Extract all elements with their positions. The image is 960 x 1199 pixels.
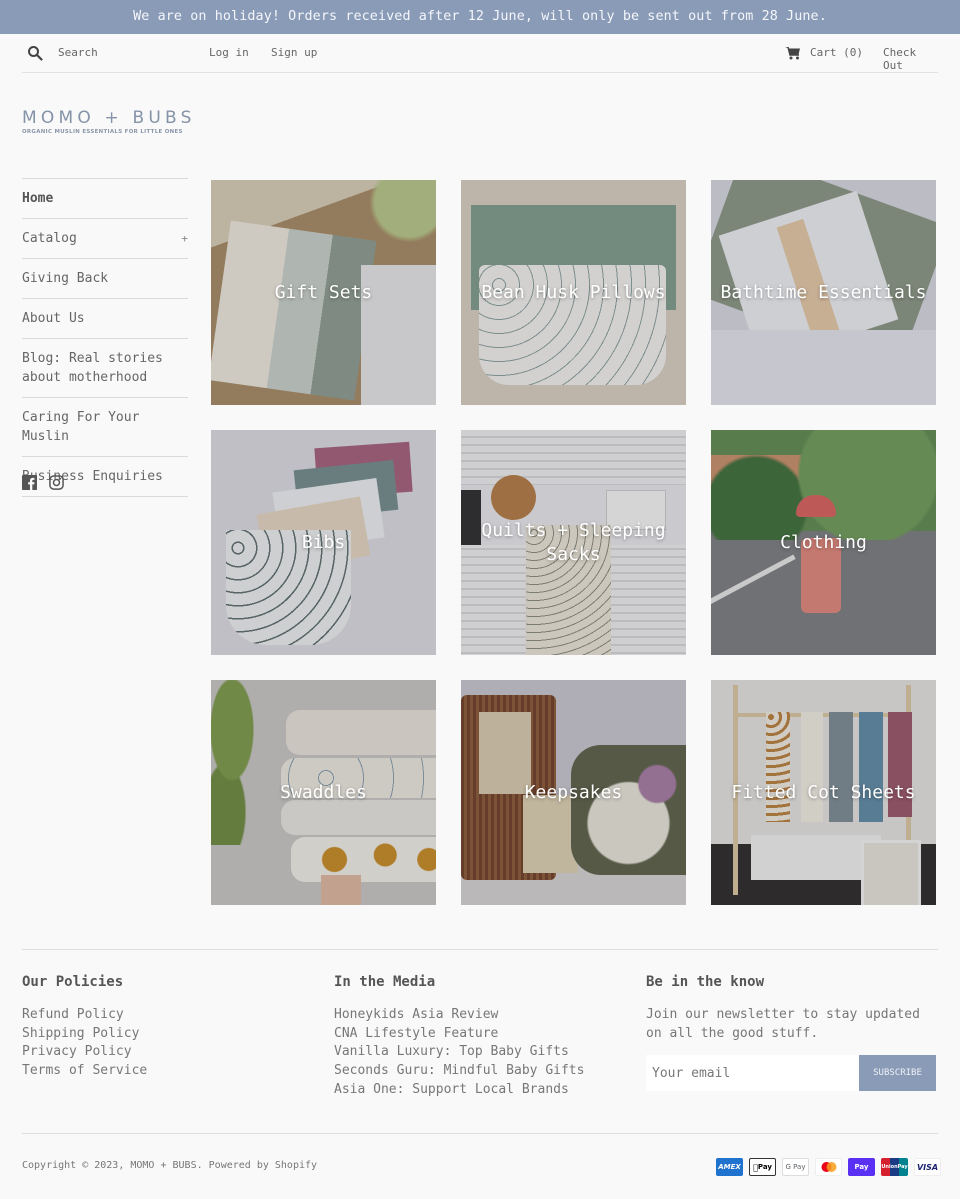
sidebar-nav: Home Catalog + Giving Back About Us Blog:… — [22, 178, 188, 497]
newsletter-form: SUBSCRIBE — [646, 1055, 938, 1092]
instagram-icon[interactable] — [49, 475, 64, 490]
mastercard-icon — [815, 1158, 842, 1176]
sidebar-item-label: Home — [22, 191, 54, 206]
unionpay-icon: UnionPay — [881, 1158, 908, 1176]
search-icon[interactable] — [27, 45, 43, 61]
top-nav: Log in Sign up Cart (0) Check Out — [22, 34, 938, 73]
amex-icon: AMEX — [716, 1158, 743, 1176]
sidebar-item-blog[interactable]: Blog: Real stories about motherhood — [22, 339, 188, 398]
footer-heading: Our Policies — [22, 974, 124, 990]
media-link[interactable]: Honeykids Asia Review — [334, 1006, 624, 1025]
payment-icons: AMEX Pay G Pay Pay UnionPay VISA — [716, 1158, 941, 1176]
media-link[interactable]: CNA Lifestyle Feature — [334, 1025, 624, 1044]
collection-label: Clothing — [780, 531, 867, 553]
logo-name: MOMO + BUBS — [22, 108, 196, 128]
collection-label: Bean Husk Pillows — [481, 281, 666, 303]
subscribe-button[interactable]: SUBSCRIBE — [859, 1055, 936, 1092]
footer-media: In the Media Honeykids Asia Review CNA L… — [334, 972, 624, 1100]
terms-link[interactable]: Terms of Service — [22, 1062, 312, 1081]
collection-tile[interactable]: Bibs — [211, 430, 436, 655]
search-input[interactable] — [58, 42, 198, 62]
media-link[interactable]: Vanilla Luxury: Top Baby Gifts — [334, 1043, 624, 1062]
newsletter-text: Join our newsletter to stay updated on a… — [646, 1007, 920, 1041]
collection-label: Gift Sets — [274, 281, 373, 303]
sidebar-item-catalog[interactable]: Catalog + — [22, 219, 188, 259]
cart-icon[interactable] — [785, 46, 801, 60]
shop-pay-icon: Pay — [848, 1158, 875, 1176]
expand-icon[interactable]: + — [181, 229, 188, 248]
collection-label: Keepsakes — [524, 781, 623, 803]
login-link[interactable]: Log in — [209, 46, 249, 59]
collection-label: Swaddles — [280, 781, 367, 803]
sidebar-item-label: Giving Back — [22, 271, 109, 286]
collection-label: Bathtime Essentials — [720, 281, 927, 303]
google-pay-icon: G Pay — [782, 1158, 809, 1176]
collection-label: Bibs — [301, 531, 346, 553]
collection-tile[interactable]: Gift Sets — [211, 180, 436, 405]
checkout-link[interactable]: Check Out — [883, 46, 938, 72]
sidebar-item-home[interactable]: Home — [22, 179, 188, 219]
copyright-text: Copyright © 2023, — [22, 1160, 131, 1171]
collection-tile[interactable]: Clothing — [711, 430, 936, 655]
sidebar-item-about-us[interactable]: About Us — [22, 299, 188, 339]
collection-tile[interactable]: Bean Husk Pillows — [461, 180, 686, 405]
media-link[interactable]: Seconds Guru: Mindful Baby Gifts — [334, 1062, 624, 1081]
sidebar-item-label: About Us — [22, 311, 85, 326]
footer-policies: Our Policies Refund Policy Shipping Poli… — [22, 972, 312, 1081]
collection-tile[interactable]: Fitted Cot Sheets — [711, 680, 936, 905]
collection-grid: Gift Sets Bean Husk Pillows Bathtime Ess… — [211, 180, 936, 905]
collection-label: Fitted Cot Sheets — [731, 781, 916, 803]
media-link[interactable]: Asia One: Support Local Brands — [334, 1081, 624, 1100]
collection-tile[interactable]: Swaddles — [211, 680, 436, 905]
signup-link[interactable]: Sign up — [271, 46, 317, 59]
social-links — [22, 475, 64, 490]
footer-divider — [22, 949, 938, 950]
brand-link[interactable]: MOMO + BUBS — [130, 1160, 196, 1171]
visa-icon: VISA — [914, 1158, 941, 1176]
collection-tile[interactable]: Keepsakes — [461, 680, 686, 905]
footer-divider — [22, 1133, 938, 1134]
cart-link[interactable]: Cart (0) — [810, 46, 863, 59]
sidebar-item-caring[interactable]: Caring For Your Muslin — [22, 398, 188, 457]
refund-policy-link[interactable]: Refund Policy — [22, 1006, 312, 1025]
copyright: Copyright © 2023, MOMO + BUBS. Powered b… — [22, 1160, 317, 1171]
facebook-icon[interactable] — [22, 475, 37, 490]
email-field[interactable] — [646, 1055, 859, 1092]
privacy-policy-link[interactable]: Privacy Policy — [22, 1043, 312, 1062]
footer-heading: Be in the know — [646, 974, 765, 990]
logo-tagline: ORGANIC MUSLIN ESSENTIALS FOR LITTLE ONE… — [22, 129, 183, 135]
footer-heading: In the Media — [334, 974, 436, 990]
sidebar-item-label: Catalog — [22, 231, 77, 246]
sidebar-item-label: Caring For Your Muslin — [22, 410, 140, 444]
footer-newsletter: Be in the know Join our newsletter to st… — [646, 972, 938, 1092]
shipping-policy-link[interactable]: Shipping Policy — [22, 1025, 312, 1044]
sidebar-item-label: Blog: Real stories about motherhood — [22, 351, 163, 385]
apple-pay-icon: Pay — [749, 1158, 776, 1176]
sidebar-item-giving-back[interactable]: Giving Back — [22, 259, 188, 299]
store-logo[interactable]: MOMO + BUBS ORGANIC MUSLIN ESSENTIALS FO… — [22, 108, 196, 135]
announcement-bar: We are on holiday! Orders received after… — [0, 0, 960, 34]
collection-label: Quilts + Sleeping Sacks — [481, 519, 666, 565]
collection-tile[interactable]: Quilts + Sleeping Sacks — [461, 430, 686, 655]
collection-tile[interactable]: Bathtime Essentials — [711, 180, 936, 405]
powered-by-text: . Powered by Shopify — [196, 1160, 318, 1171]
